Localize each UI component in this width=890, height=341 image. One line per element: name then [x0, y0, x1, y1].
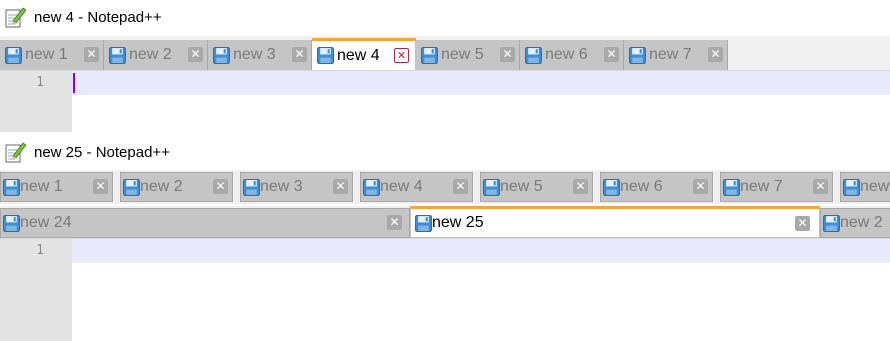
line-number: 1	[36, 75, 44, 90]
close-icon[interactable]: ✕	[500, 47, 515, 62]
floppy-disk-icon	[525, 47, 542, 64]
tab-label: new 6	[620, 178, 663, 195]
title-bar: new 4 - Notepad++	[0, 0, 890, 34]
close-icon[interactable]: ✕	[453, 179, 468, 194]
floppy-disk-icon	[5, 47, 22, 64]
floppy-disk-icon	[213, 47, 230, 64]
tab-label: new 24	[20, 214, 72, 231]
editor-area[interactable]: 1	[0, 239, 890, 341]
title-bar: new 25 - Notepad++	[0, 134, 890, 170]
tab-new-4[interactable]: new 4 ✕	[312, 38, 416, 70]
close-icon[interactable]: ✕	[84, 47, 99, 62]
current-line-highlight	[72, 239, 890, 263]
tab-label: new 6	[545, 46, 588, 63]
tab-bar: new 1 ✕ new 2 ✕ new 3 ✕ new 4 ✕ new 5 ✕ …	[0, 36, 890, 71]
tab-new-1[interactable]: new 1 ✕	[0, 172, 113, 202]
floppy-disk-icon	[603, 179, 620, 196]
tab-new-6[interactable]: new 6 ✕	[520, 40, 624, 70]
window-title: new 25 - Notepad++	[34, 143, 170, 161]
close-icon[interactable]: ✕	[573, 179, 588, 194]
notepad-plus-plus-icon	[4, 141, 26, 163]
tab-new-26-partial[interactable]: new 2	[820, 208, 890, 238]
tab-new-7[interactable]: new 7 ✕	[624, 40, 728, 70]
notepad-window-1: new 4 - Notepad++ new 1 ✕ new 2 ✕ new 3 …	[0, 0, 890, 132]
notepad-plus-plus-icon	[4, 6, 26, 28]
close-icon[interactable]: ✕	[188, 47, 203, 62]
close-icon[interactable]: ✕	[813, 179, 828, 194]
tab-new-4[interactable]: new 4 ✕	[360, 172, 473, 202]
floppy-disk-icon	[3, 215, 20, 232]
window-title: new 4 - Notepad++	[34, 8, 162, 26]
tab-label: new 1	[20, 178, 63, 195]
tab-new-2[interactable]: new 2 ✕	[120, 172, 233, 202]
close-icon[interactable]: ✕	[292, 47, 307, 62]
tab-label: new 2	[840, 214, 883, 231]
floppy-disk-icon	[629, 47, 646, 64]
floppy-disk-icon	[483, 179, 500, 196]
floppy-disk-icon	[317, 47, 334, 64]
floppy-disk-icon	[823, 215, 840, 232]
tab-new-25[interactable]: new 25 ✕	[410, 206, 820, 238]
close-icon[interactable]: ✕	[394, 48, 409, 63]
text-caret	[73, 73, 75, 93]
close-icon[interactable]: ✕	[333, 179, 348, 194]
close-icon[interactable]: ✕	[604, 47, 619, 62]
floppy-disk-icon	[415, 215, 432, 232]
tab-new-5[interactable]: new 5 ✕	[480, 172, 593, 202]
tab-label: new	[860, 178, 890, 195]
close-icon[interactable]: ✕	[795, 216, 810, 231]
tab-bar-row-1: new 1 ✕ new 2 ✕ new 3 ✕ new 4 ✕ new 5 ✕ …	[0, 170, 890, 204]
tab-new-5[interactable]: new 5 ✕	[416, 40, 520, 70]
floppy-disk-icon	[3, 179, 20, 196]
tab-new-3[interactable]: new 3 ✕	[240, 172, 353, 202]
tab-label: new 1	[25, 46, 68, 63]
tab-label: new 4	[380, 178, 423, 195]
close-icon[interactable]: ✕	[708, 47, 723, 62]
tab-new-24[interactable]: new 24 ✕	[0, 208, 410, 238]
notepad-window-2: new 25 - Notepad++ new 1 ✕ new 2 ✕ new 3…	[0, 134, 890, 341]
tab-label: new 2	[129, 46, 172, 63]
tab-label: new 7	[740, 178, 783, 195]
tab-label: new 3	[233, 46, 276, 63]
floppy-disk-icon	[421, 47, 438, 64]
floppy-disk-icon	[243, 179, 260, 196]
tab-label: new 7	[649, 46, 692, 63]
close-icon[interactable]: ✕	[213, 179, 228, 194]
tab-new-1[interactable]: new 1 ✕	[0, 40, 104, 70]
floppy-disk-icon	[843, 179, 860, 196]
editor-area[interactable]: 1	[0, 71, 890, 132]
close-icon[interactable]: ✕	[93, 179, 108, 194]
tab-label: new 4	[337, 46, 380, 64]
tab-label: new 2	[140, 178, 183, 195]
floppy-disk-icon	[363, 179, 380, 196]
close-icon[interactable]: ✕	[387, 215, 402, 230]
tab-label: new 5	[441, 46, 484, 63]
floppy-disk-icon	[723, 179, 740, 196]
tab-label: new 3	[260, 178, 303, 195]
tab-new-3[interactable]: new 3 ✕	[208, 40, 312, 70]
tab-label: new 25	[432, 214, 484, 231]
tab-new-7[interactable]: new 7 ✕	[720, 172, 833, 202]
tab-new-6[interactable]: new 6 ✕	[600, 172, 713, 202]
tab-bar-row-2: new 24 ✕ new 25 ✕ new 2	[0, 206, 890, 239]
tab-new-2[interactable]: new 2 ✕	[104, 40, 208, 70]
tab-label: new 5	[500, 178, 543, 195]
floppy-disk-icon	[109, 47, 126, 64]
close-icon[interactable]: ✕	[693, 179, 708, 194]
tab-new-8-partial[interactable]: new	[840, 172, 890, 202]
floppy-disk-icon	[123, 179, 140, 196]
current-line-highlight	[72, 71, 890, 95]
line-number: 1	[36, 243, 44, 258]
